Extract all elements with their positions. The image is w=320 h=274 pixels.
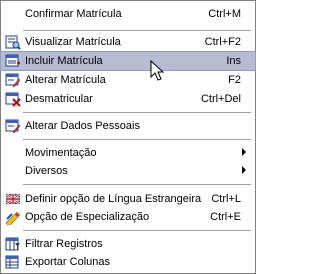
menu-item-alterar-dados-pessoais[interactable]: Alterar Dados Pessoais [1,117,255,135]
menu-separator [23,112,251,113]
menu-item-shortcut: Ins [226,55,241,67]
context-menu: Confirmar Matrícula Ctrl+M Visualizar Ma… [0,0,256,274]
menu-item-especializacao[interactable]: Opção de Especialização Ctrl+E [1,208,255,227]
menu-item-movimentacao[interactable]: Movimentação [1,144,255,162]
menu-item-label: Desmatricular [25,93,93,105]
menu-item-label: Movimentação [25,147,97,159]
menu-item-lingua-estrangeira[interactable]: Definir opção de Língua Estrangeira Ctrl… [1,190,255,208]
menu-item-label: Exportar Colunas [25,256,110,268]
menu-item-shortcut: Ctrl+E [210,211,241,223]
menu-item-exportar-colunas[interactable]: Exportar Colunas [1,253,255,271]
menu-separator [23,184,251,185]
menu-item-shortcut: Ctrl+F2 [204,36,241,48]
submenu-arrow-icon [242,148,246,156]
pencil-ruler-icon [5,209,21,227]
export-columns-icon [5,254,21,270]
menu-separator [23,139,251,140]
submenu-arrow-icon [242,166,246,174]
mouse-cursor-icon [150,60,164,81]
menu-item-label: Incluir Matrícula [25,55,103,67]
menu-item-label: Filtrar Registros [25,238,103,250]
menu-separator [23,30,251,31]
edit-personal-data-icon [5,118,21,134]
menu-item-label: Opção de Especialização [25,211,150,223]
menu-item-alterar-matricula[interactable]: Alterar Matrícula F2 [1,71,255,89]
menu-item-filtrar-registros[interactable]: Filtrar Registros [1,235,255,253]
flag-icon [5,191,21,207]
menu-item-shortcut: Ctrl+L [211,193,241,205]
menu-item-label: Visualizar Matrícula [25,36,121,48]
menu-item-shortcut: Ctrl+Del [200,93,241,105]
view-document-icon [5,34,21,50]
menu-item-visualizar-matricula[interactable]: Visualizar Matrícula Ctrl+F2 [1,33,255,51]
menu-item-label: Confirmar Matrícula [25,8,122,20]
menu-item-label: Diversos [25,165,68,177]
menu-item-label: Alterar Matrícula [25,74,106,86]
menu-item-incluir-matricula[interactable]: Incluir Matrícula Ins [0,51,256,71]
menu-item-confirmar-matricula[interactable]: Confirmar Matrícula Ctrl+M [1,5,255,23]
menu-item-label: Alterar Dados Pessoais [25,120,140,132]
add-document-icon [5,53,21,69]
filter-icon [5,236,21,252]
edit-document-icon [5,72,21,88]
menu-item-desmatricular[interactable]: Desmatricular Ctrl+Del [1,90,255,108]
menu-item-diversos[interactable]: Diversos [1,162,255,180]
menu-separator [23,230,251,231]
menu-item-shortcut: F2 [228,74,241,86]
menu-item-label: Definir opção de Língua Estrangeira [25,193,202,205]
remove-document-icon [5,91,21,107]
menu-item-shortcut: Ctrl+M [208,8,241,20]
